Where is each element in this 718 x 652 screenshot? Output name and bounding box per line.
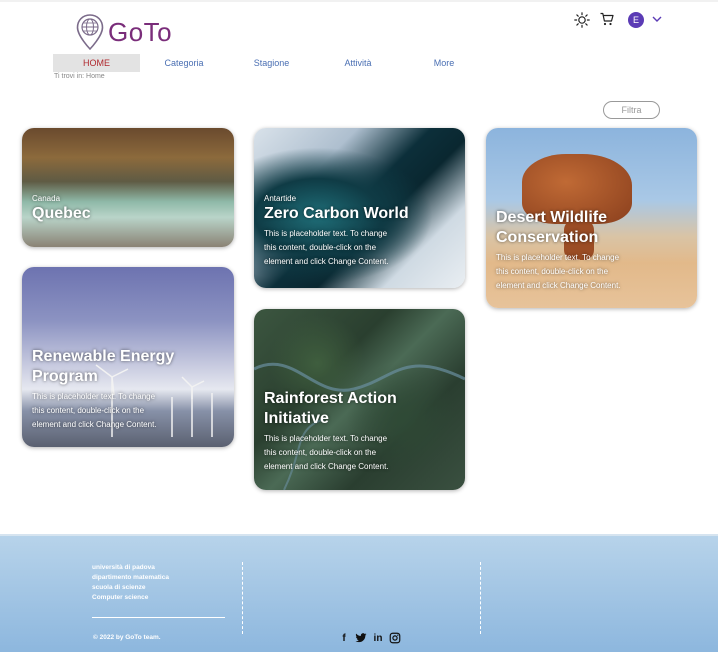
footer-line: Computer science [92, 594, 149, 601]
card-eyebrow: Canada [32, 194, 61, 203]
card-zero-carbon-world[interactable]: Antartide Zero Carbon World This is plac… [254, 128, 465, 288]
nav-categoria[interactable]: Categoria [140, 54, 228, 72]
card-title: Desert Wildlife Conservation [496, 209, 607, 246]
card-renewable-energy[interactable]: Renewable Energy Program This is placeho… [22, 267, 234, 447]
avatar[interactable]: E [628, 12, 644, 28]
card-title: Quebec [32, 205, 91, 222]
chevron-down-icon[interactable] [652, 15, 662, 23]
footer-info: università di padova dipartimento matema… [92, 563, 169, 603]
instagram-icon[interactable] [389, 632, 401, 644]
footer-dashed-divider [242, 562, 243, 634]
nav-more[interactable]: More [401, 54, 487, 72]
card-description: This is placeholder text. To change this… [32, 392, 157, 429]
card-description: This is placeholder text. To change this… [264, 434, 389, 471]
breadcrumb: Ti trovi in: Home [54, 73, 105, 80]
nav-home[interactable]: HOME [53, 54, 140, 72]
footer-line: scuola di scienze [92, 584, 146, 591]
card-title: Zero Carbon World [264, 205, 409, 222]
footer-divider [92, 617, 225, 618]
footer-line: dipartimento matematica [92, 574, 169, 581]
card-quebec[interactable]: Canada Quebec [22, 128, 234, 247]
footer-dashed-divider [480, 562, 481, 634]
card-desert-wildlife[interactable]: Desert Wildlife Conservation This is pla… [486, 128, 697, 308]
facebook-icon[interactable]: f [338, 632, 350, 644]
nav-attivita[interactable]: Attività [315, 54, 401, 72]
footer-copyright: © 2022 by GoTo team. [93, 634, 161, 641]
cart-icon[interactable] [600, 12, 614, 26]
social-links: f in [338, 632, 401, 644]
globe-pin-icon [76, 14, 104, 50]
top-border [0, 0, 718, 2]
brand-name: GoTo [108, 16, 173, 47]
logo[interactable]: GoTo [76, 13, 172, 51]
filter-button[interactable]: Filtra [603, 101, 660, 119]
card-description: This is placeholder text. To change this… [496, 253, 621, 290]
card-title: Renewable Energy Program [32, 348, 175, 385]
linkedin-icon[interactable]: in [372, 632, 384, 644]
sun-icon[interactable] [574, 12, 590, 28]
card-eyebrow: Antartide [264, 194, 297, 203]
card-description: This is placeholder text. To change this… [264, 229, 389, 266]
card-rainforest-action[interactable]: Rainforest Action Initiative This is pla… [254, 309, 465, 490]
footer: università di padova dipartimento matema… [0, 534, 718, 652]
twitter-icon[interactable] [355, 632, 367, 644]
nav-stagione[interactable]: Stagione [228, 54, 315, 72]
footer-line: università di padova [92, 564, 155, 571]
card-title: Rainforest Action Initiative [264, 390, 397, 427]
